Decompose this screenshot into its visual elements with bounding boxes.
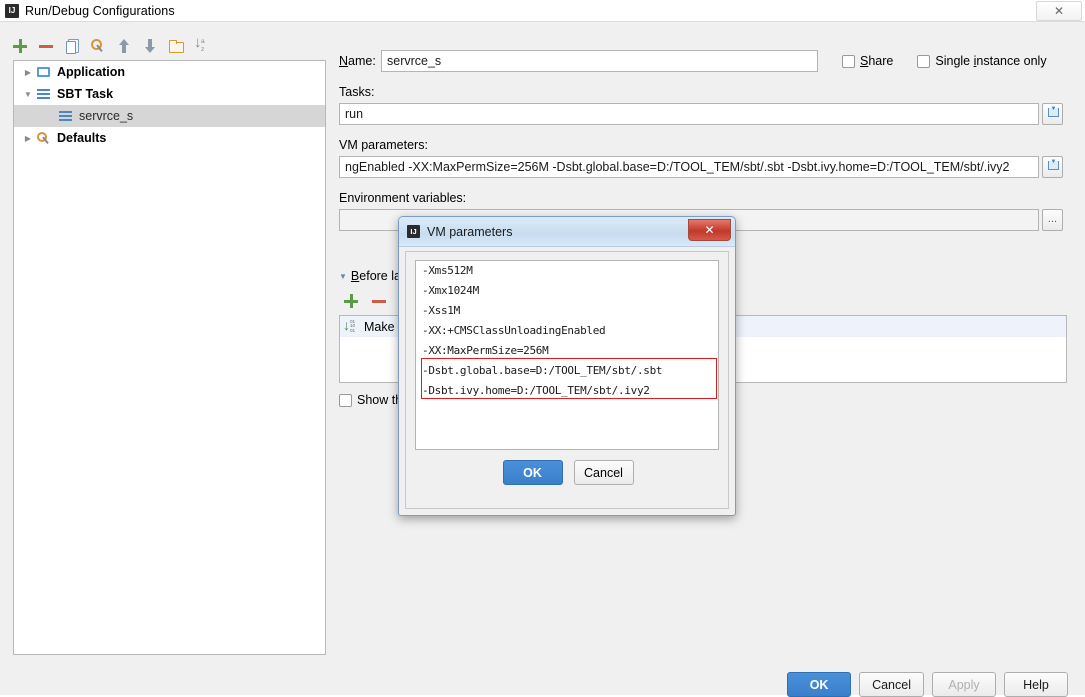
move-up-icon[interactable] (116, 38, 132, 54)
tree-item-label: Application (57, 65, 126, 79)
close-icon[interactable]: ✕ (1036, 1, 1082, 21)
vm-ok-button[interactable]: OK (502, 460, 563, 485)
close-icon[interactable]: ✕ (688, 219, 731, 241)
expand-tasks-button[interactable] (1042, 103, 1064, 125)
folder-icon[interactable] (168, 38, 184, 54)
tasks-field-block: Tasks: (339, 85, 1069, 125)
make-icon (343, 317, 359, 335)
vm-line: -XX:MaxPermSize=256M (422, 344, 549, 357)
sbt-task-icon (58, 108, 74, 124)
window-title: Run/Debug Configurations (25, 3, 175, 18)
application-icon (36, 64, 52, 80)
ok-button[interactable]: OK (787, 672, 852, 697)
vm-parameters-field-block: VM parameters: (339, 138, 1069, 178)
help-button[interactable]: Help (1004, 672, 1068, 697)
remove-task-icon[interactable] (371, 293, 387, 309)
vm-line: -Xms512M (422, 264, 473, 277)
vm-dialog-title-bar: VM parameters ✕ (399, 217, 735, 247)
sbt-task-icon (36, 86, 52, 102)
sort-alphabetically-icon[interactable] (194, 35, 210, 54)
vm-parameters-label: VM parameters: (339, 138, 428, 152)
configurations-toolbar (12, 34, 222, 58)
add-icon[interactable] (12, 38, 28, 54)
vm-line: -Xmx1024M (422, 284, 479, 297)
tree-item-label: servrce_s (79, 109, 134, 123)
tree-item-sbt-task[interactable]: ▼ SBT Task (14, 83, 325, 105)
remove-icon[interactable] (38, 38, 54, 54)
edit-defaults-icon[interactable] (90, 38, 106, 54)
chevron-down-icon[interactable]: ▼ (20, 90, 36, 99)
environment-variables-label: Environment variables: (339, 191, 467, 205)
vm-line: -XX:+CMSClassUnloadingEnabled (422, 324, 606, 337)
vm-line: -Xss1M (422, 304, 460, 317)
chevron-right-icon[interactable]: ▶ (20, 134, 36, 143)
vm-dialog-footer: OK Cancel (406, 460, 730, 485)
browse-environment-variables-button[interactable]: ... (1042, 209, 1063, 231)
dialog-footer: OK Cancel Apply Help (0, 672, 1085, 697)
cancel-button[interactable]: Cancel (859, 672, 924, 697)
apply-button: Apply (932, 672, 996, 697)
tree-item-label: Defaults (57, 131, 107, 145)
copy-icon[interactable] (64, 38, 80, 54)
intellij-icon (5, 3, 19, 18)
vm-line: -Dsbt.global.base=D:/TOOL_TEM/sbt/.sbt (422, 364, 663, 377)
chevron-right-icon[interactable]: ▶ (20, 68, 36, 77)
tasks-label: Tasks: (339, 85, 375, 99)
tree-item-application[interactable]: ▶ Application (14, 61, 325, 83)
move-down-icon[interactable] (142, 38, 158, 54)
share-label: Share (860, 54, 894, 68)
single-instance-checkbox[interactable]: Single instance only (917, 54, 1047, 68)
checkbox-box[interactable] (339, 393, 352, 407)
name-label: Name: (339, 54, 376, 68)
checkbox-box[interactable] (917, 54, 931, 68)
name-input[interactable] (381, 50, 818, 72)
configuration-form: Name: Share Single instance only Tasks: (339, 50, 1069, 231)
vm-dialog-body: -Xms512M -Xmx1024M -Xss1M -XX:+CMSClassU… (405, 251, 729, 509)
tree-item-defaults[interactable]: ▶ Defaults (14, 127, 325, 149)
vm-cancel-button[interactable]: Cancel (573, 460, 634, 485)
tasks-input[interactable] (339, 103, 1039, 125)
vm-dialog-title: VM parameters (427, 224, 513, 239)
vm-parameters-input[interactable] (339, 156, 1039, 178)
vm-parameters-textarea[interactable]: -Xms512M -Xmx1024M -Xss1M -XX:+CMSClassU… (415, 260, 719, 450)
intellij-icon (407, 225, 420, 239)
chevron-down-icon[interactable]: ▼ (339, 272, 347, 281)
defaults-icon (36, 130, 52, 146)
tree-item-servrce-s[interactable]: servrce_s (14, 105, 325, 127)
expand-vm-parameters-button[interactable] (1042, 156, 1064, 178)
name-row: Name: Share Single instance only (339, 50, 1069, 72)
vm-parameters-input-row (339, 156, 1069, 178)
configurations-tree[interactable]: ▶ Application ▼ SBT Task servrce_s ▶ Def… (13, 60, 326, 655)
window-title-bar: Run/Debug Configurations ✕ (0, 0, 1085, 21)
list-item-label: Make (364, 319, 395, 334)
tasks-input-row (339, 103, 1069, 125)
vm-line: -Dsbt.ivy.home=D:/TOOL_TEM/sbt/.ivy2 (422, 384, 650, 397)
share-checkbox[interactable]: Share (842, 54, 893, 68)
single-instance-label: Single instance only (935, 54, 1047, 68)
add-task-icon[interactable] (343, 293, 359, 309)
tree-item-label: SBT Task (57, 87, 114, 101)
checkbox-box[interactable] (842, 54, 855, 68)
vm-parameters-dialog: VM parameters ✕ -Xms512M -Xmx1024M -Xss1… (398, 216, 736, 516)
